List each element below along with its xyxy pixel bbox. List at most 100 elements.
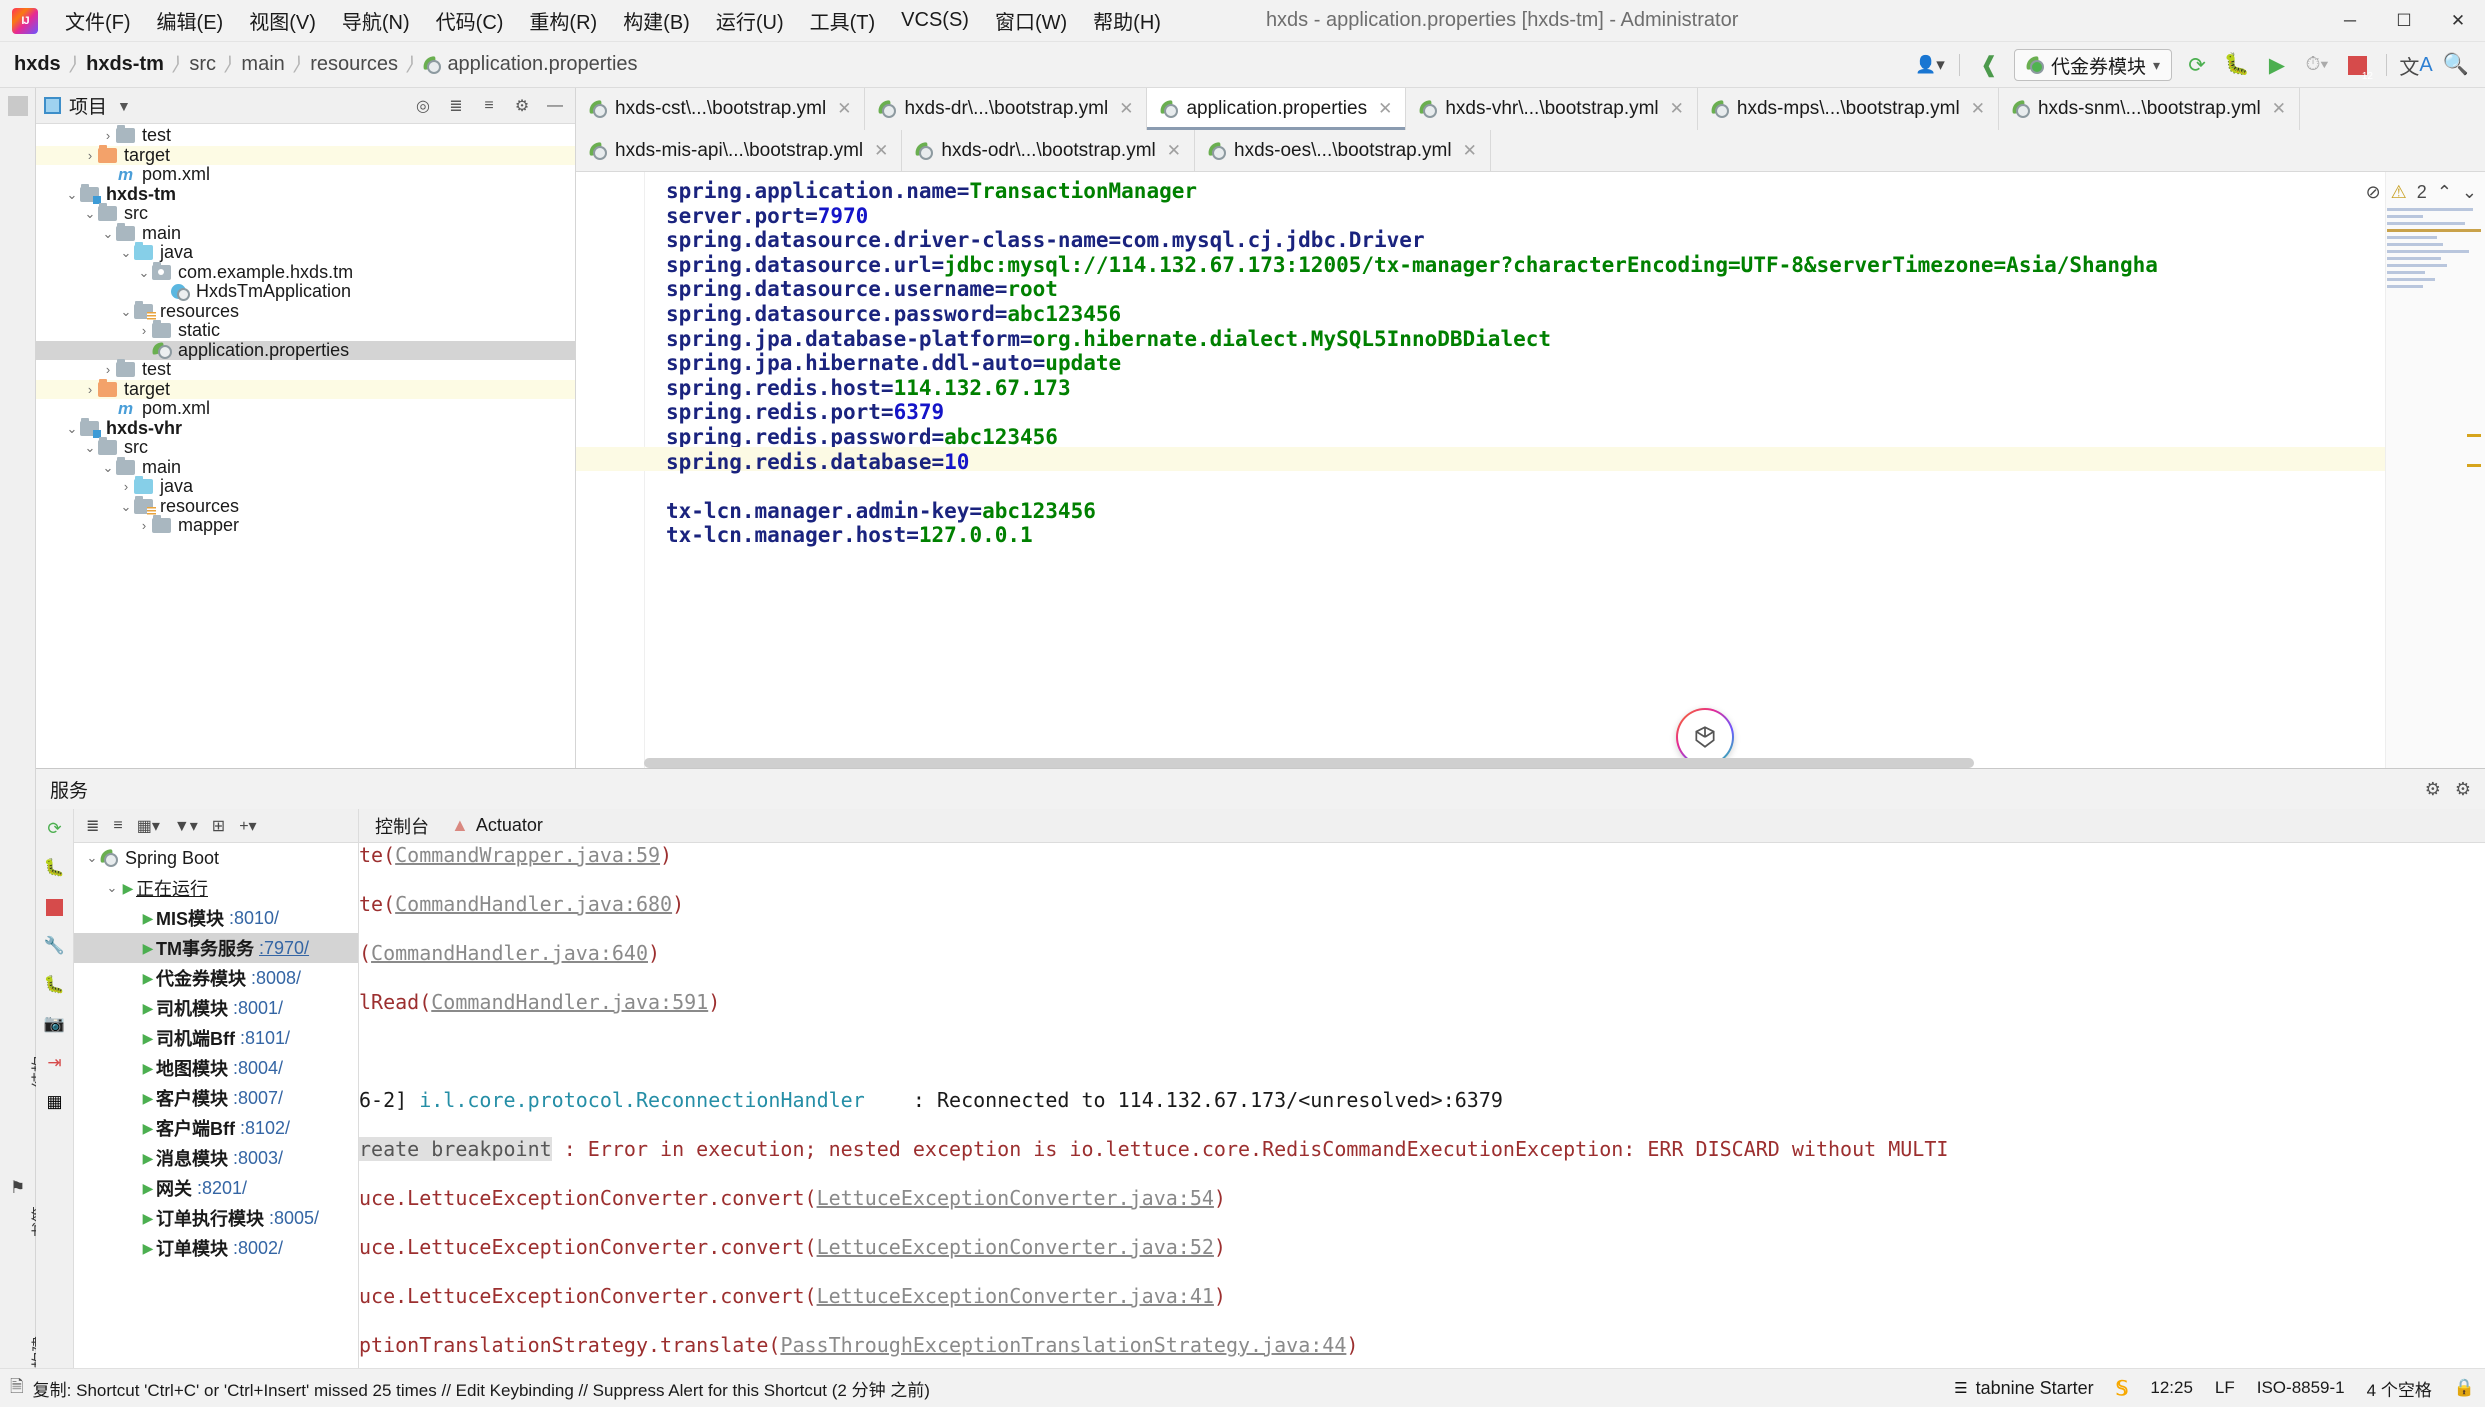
code-line[interactable]: tx-lcn.manager.host=127.0.0.1 [666, 523, 1033, 547]
project-tree-item-pom-xml[interactable]: m pom.xml [36, 164, 575, 185]
stacktrace-link[interactable]: CommandHandler.java:591 [431, 990, 708, 1014]
code-line[interactable]: spring.datasource.driver-class-name=com.… [666, 228, 1425, 252]
service-item-0[interactable]: ⌄ Spring Boot [74, 843, 358, 873]
project-tree-item-test[interactable]: › test [36, 125, 575, 146]
translate-icon[interactable]: 文A [2399, 50, 2432, 80]
tree-twisty[interactable]: › [118, 477, 134, 497]
close-icon[interactable]: ✕ [837, 99, 851, 119]
build-hammer-icon[interactable]: ❰ [1974, 50, 2004, 80]
menu-build[interactable]: 构建(B) [610, 3, 703, 38]
editor-tab-row2-2[interactable]: hxds-oes\...\bootstrap.yml ✕ [1195, 130, 1491, 171]
project-tree-item-hxds-tm[interactable]: ⌄ hxds-tm [36, 183, 575, 205]
tree-twisty[interactable]: ⌄ [84, 850, 100, 866]
rerun-icon[interactable]: ⟳ [43, 817, 67, 841]
tree-twisty[interactable]: › [82, 146, 98, 166]
tree-twisty[interactable]: ⌄ [118, 243, 134, 263]
service-port[interactable]: :8201/ [197, 1178, 247, 1199]
breadcrumb-item-hxds[interactable]: hxds [14, 53, 61, 76]
stop-icon[interactable] [43, 895, 67, 919]
code-line[interactable]: spring.application.name=TransactionManag… [666, 179, 1197, 203]
tabnine-widget[interactable]: ☰ tabnine Starter [1954, 1378, 2094, 1399]
service-port[interactable]: :8007/ [233, 1088, 283, 1109]
code-editor[interactable]: 1spring.application.name=TransactionMana… [576, 172, 2485, 768]
hide-icon[interactable]: — [543, 94, 567, 118]
gear-icon[interactable]: ⚙ [510, 94, 534, 118]
close-icon[interactable]: ✕ [1119, 99, 1133, 119]
warning-tick[interactable] [2467, 434, 2481, 437]
stop-icon[interactable]: 12 [2342, 50, 2373, 82]
tree-twisty[interactable]: ⌄ [118, 497, 134, 517]
tree-twisty[interactable]: › [100, 360, 116, 380]
jetbrains-toolbox-icon[interactable]: 𝕊 [2116, 1376, 2129, 1401]
code-line[interactable]: spring.jpa.database-platform=org.hiberna… [666, 327, 1551, 351]
project-tree-item-main[interactable]: ⌄ main [36, 222, 575, 244]
menu-navigate[interactable]: 导航(N) [329, 3, 423, 38]
project-tree-item-resources[interactable]: ⌄ resources [36, 495, 575, 517]
prev-problem-icon[interactable]: ⌃ [2437, 182, 2452, 203]
project-tree-item-com-example-hxds-tm[interactable]: ⌄ com.example.hxds.tm [36, 261, 575, 283]
code-line[interactable]: spring.redis.host=114.132.67.173 [666, 376, 1071, 400]
tab-actuator[interactable]: ▲ Actuator [451, 815, 543, 836]
breadcrumb-item-resources[interactable]: resources [310, 53, 398, 76]
service-port[interactable]: :8102/ [240, 1118, 290, 1139]
expand-all-icon[interactable]: ≣ [444, 94, 468, 118]
code-line[interactable]: spring.redis.database=10 [666, 450, 969, 474]
status-indent[interactable]: 4 个空格 [2367, 1376, 2432, 1401]
status-encoding[interactable]: ISO-8859-1 [2257, 1378, 2345, 1398]
code-line[interactable]: spring.redis.port=6379 [666, 400, 944, 424]
group-icon[interactable]: ▦▾ [137, 816, 160, 836]
tree-twisty[interactable]: ⌄ [104, 880, 120, 896]
camera-icon[interactable]: 📷 [43, 1012, 67, 1036]
editor-tab-row-2[interactable]: hxds-mis-api\...\bootstrap.yml ✕ hxds-odr\… [576, 130, 2485, 172]
run-icon[interactable]: ⟳ [2182, 50, 2212, 80]
project-tree-item-target[interactable]: › target [36, 144, 575, 166]
code-line[interactable]: tx-lcn.manager.admin-key=abc123456 [666, 499, 1096, 523]
project-tree-item-java[interactable]: › java [36, 476, 575, 497]
stacktrace-link[interactable]: LettuceExceptionConverter.java:54 [817, 1186, 1214, 1210]
close-icon[interactable]: ✕ [2272, 99, 2286, 119]
project-tree-item-hxdstmapplication[interactable]: HxdsTmApplication [36, 281, 575, 302]
bookmark-icon[interactable]: ⚑ [10, 1178, 25, 1198]
code-line[interactable]: spring.jpa.hibernate.ddl-auto=update [666, 351, 1121, 375]
lock-icon[interactable]: 🔒 [2454, 1378, 2475, 1398]
breadcrumb-item-main[interactable]: main [241, 53, 284, 76]
filter-icon[interactable]: ▼▾ [174, 816, 198, 836]
menu-edit[interactable]: 编辑(E) [144, 3, 237, 38]
wrench-icon[interactable]: 🔧 [43, 934, 67, 958]
breadcrumb-item-application-properties[interactable]: application.properties [447, 53, 637, 76]
editor-tab-1[interactable]: hxds-dr\...\bootstrap.yml ✕ [865, 88, 1148, 130]
user-icon[interactable]: 👤▾ [1915, 50, 1945, 80]
service-item-10[interactable]: ▶ 消息模块:8003/ [74, 1143, 358, 1173]
close-icon[interactable]: ✕ [1167, 141, 1181, 161]
editor-scrollbar-region[interactable] [2385, 172, 2485, 768]
stacktrace-link[interactable]: PassThroughExceptionTranslationStrategy.… [780, 1333, 1346, 1357]
tree-twisty[interactable]: ⌄ [100, 224, 116, 244]
menu-bar[interactable]: 文件(F) 编辑(E) 视图(V) 导航(N) 代码(C) 重构(R) 构建(B… [52, 3, 1174, 38]
service-item-13[interactable]: ▶ 订单模块:8002/ [74, 1233, 358, 1263]
service-item-7[interactable]: ▶ 地图模块:8004/ [74, 1053, 358, 1083]
tree-twisty[interactable]: ⌄ [100, 458, 116, 478]
stacktrace-link[interactable]: CommandHandler.java:640 [371, 941, 648, 965]
add-frame-icon[interactable]: ⊞ [212, 816, 225, 836]
layout-icon[interactable]: ▦ [43, 1090, 67, 1114]
service-port[interactable]: :8005/ [269, 1208, 319, 1229]
service-item-8[interactable]: ▶ 客户模块:8007/ [74, 1083, 358, 1113]
code-line[interactable]: spring.datasource.url=jdbc:mysql://114.1… [666, 253, 2158, 277]
collapse-all-icon[interactable]: ≡ [113, 817, 122, 835]
editor-tab-5[interactable]: hxds-snm\...\bootstrap.yml ✕ [1998, 88, 2300, 130]
service-item-5[interactable]: ▶ 司机模块:8001/ [74, 993, 358, 1023]
menu-vcs[interactable]: VCS(S) [888, 6, 982, 35]
editor-tab-2[interactable]: application.properties ✕ [1147, 88, 1407, 130]
project-strip-icon[interactable] [8, 96, 28, 116]
menu-code[interactable]: 代码(C) [423, 3, 517, 38]
service-item-11[interactable]: ▶ 网关:8201/ [74, 1173, 358, 1203]
tree-twisty[interactable]: ⌄ [82, 438, 98, 458]
tab-console[interactable]: 控制台 [375, 813, 429, 839]
service-port[interactable]: :7970/ [259, 938, 309, 959]
breadcrumb-item-src[interactable]: src [189, 53, 216, 76]
service-port[interactable]: :8003/ [233, 1148, 283, 1169]
code-line[interactable]: spring.datasource.password=abc123456 [666, 302, 1121, 326]
menu-run[interactable]: 运行(U) [703, 3, 797, 38]
service-port[interactable]: :8010/ [229, 908, 279, 929]
editor-horizontal-scrollbar[interactable] [644, 758, 1974, 768]
